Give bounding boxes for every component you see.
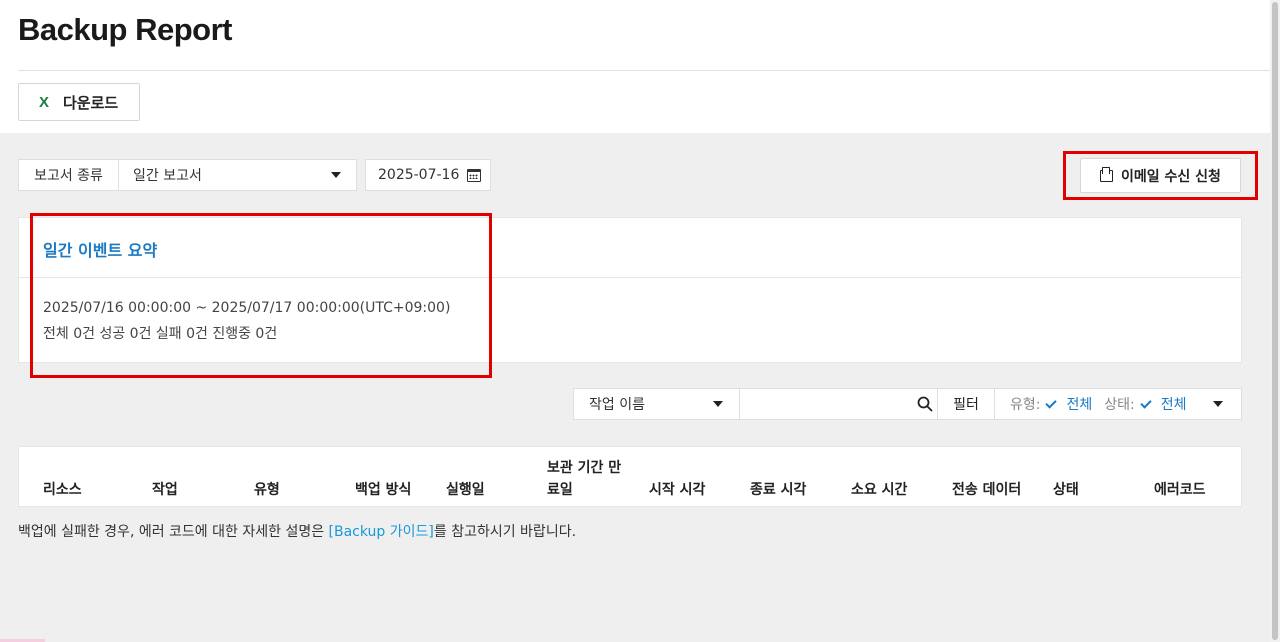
backup-guide-link[interactable]: [Backup 가이드] — [329, 524, 434, 540]
calendar-icon — [467, 168, 482, 182]
status-filter-label: 상태: — [1104, 397, 1135, 413]
report-type-value: 일간 보고서 — [133, 168, 202, 184]
report-type-label: 보고서 종류 — [19, 160, 119, 190]
report-type-select[interactable]: 일간 보고서 — [119, 160, 356, 190]
column-header[interactable]: 실행일 — [446, 479, 485, 499]
date-picker[interactable]: 2025-07-16 — [365, 159, 491, 191]
scrollbar[interactable] — [1270, 0, 1280, 642]
column-header[interactable]: 작업 — [152, 479, 178, 499]
divider — [18, 70, 1270, 71]
search-input[interactable] — [740, 389, 912, 419]
note-text-suffix: 를 참고하시기 바랍니다. — [433, 524, 577, 540]
email-subscribe-button[interactable]: 이메일 수신 신청 — [1080, 158, 1241, 193]
check-icon — [1140, 396, 1152, 409]
chevron-down-icon — [713, 401, 723, 407]
column-header-continued: 료일 — [547, 482, 573, 498]
filter-bar: 작업 이름 필터 유형: 전체 상태: 전체 — [573, 388, 1242, 420]
note-text: 백업에 실패한 경우, 에러 코드에 대한 자세한 설명은 — [18, 524, 329, 540]
job-name-select[interactable]: 작업 이름 — [574, 389, 740, 419]
column-header[interactable]: 상태 — [1053, 479, 1079, 499]
column-header[interactable]: 리소스 — [43, 479, 82, 499]
column-header[interactable]: 시작 시각 — [649, 479, 705, 499]
report-content: 보고서 종류 일간 보고서 2025-07-16 이메일 수신 신청 일간 이벤… — [0, 133, 1270, 642]
column-header[interactable]: 전송 데이터 — [952, 479, 1021, 499]
filter-button[interactable]: 필터 — [938, 389, 995, 419]
column-header[interactable]: 유형 — [254, 479, 280, 499]
chevron-down-icon[interactable] — [1213, 401, 1223, 407]
scrollbar-thumb[interactable] — [1272, 2, 1278, 640]
date-value: 2025-07-16 — [378, 167, 460, 183]
download-label: 다운로드 — [63, 93, 119, 112]
status-filter-value[interactable]: 전체 — [1140, 394, 1187, 414]
chevron-down-icon — [331, 172, 341, 178]
job-select-value: 작업 이름 — [589, 397, 645, 413]
email-subscribe-label: 이메일 수신 신청 — [1121, 168, 1221, 185]
report-type-control: 보고서 종류 일간 보고서 — [18, 159, 357, 191]
top-area: Backup Report X 다운로드 — [0, 0, 1270, 133]
column-header[interactable]: 종료 시각 — [750, 479, 806, 499]
download-button[interactable]: X 다운로드 — [18, 83, 140, 121]
table-header: 리소스 작업 유형 백업 방식 실행일 보관 기간 만 료일 시작 시각 종료 … — [18, 446, 1242, 507]
help-note: 백업에 실패한 경우, 에러 코드에 대한 자세한 설명은 [Backup 가이… — [18, 521, 576, 541]
mail-icon — [1100, 166, 1114, 182]
column-header[interactable]: 에러코드 — [1154, 479, 1206, 499]
page-title: Backup Report — [18, 12, 232, 47]
search-icon[interactable] — [912, 389, 938, 419]
column-header[interactable]: 보관 기간 만 — [547, 457, 621, 477]
column-header[interactable]: 백업 방식 — [355, 479, 411, 499]
type-filter-value[interactable]: 전체 — [1045, 394, 1093, 414]
column-header[interactable]: 소요 시간 — [851, 479, 907, 499]
check-icon — [1045, 396, 1058, 409]
type-filter-text: 전체 — [1066, 397, 1093, 413]
excel-icon: X — [39, 93, 50, 111]
type-filter-label: 유형: — [1010, 397, 1041, 413]
summary-highlight-box — [30, 213, 492, 378]
status-filter-text: 전체 — [1160, 397, 1187, 413]
filter-chips: 유형: 전체 상태: 전체 — [995, 394, 1241, 414]
